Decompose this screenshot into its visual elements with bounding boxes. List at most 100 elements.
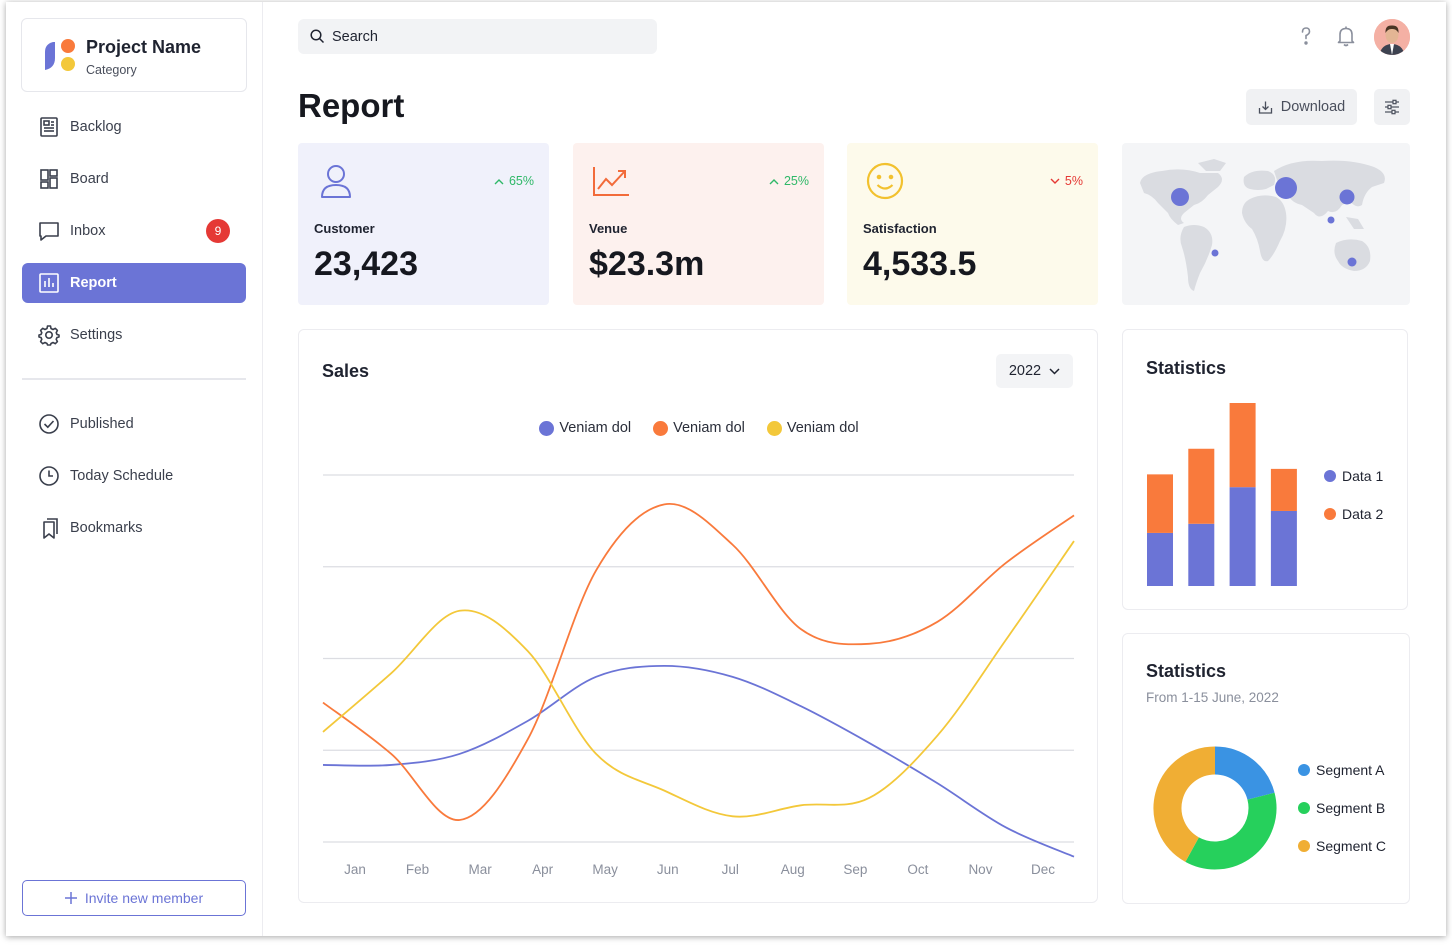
year-select[interactable]: 2022 bbox=[996, 354, 1073, 388]
sidebar-item-today-schedule[interactable]: Today Schedule bbox=[22, 456, 246, 496]
help-icon[interactable] bbox=[1294, 24, 1318, 48]
kpi-delta-value: 65% bbox=[508, 174, 534, 188]
x-tick-label: Aug bbox=[781, 862, 805, 877]
bar-segment bbox=[1270, 510, 1297, 586]
sidebar-item-published[interactable]: Published bbox=[22, 404, 246, 444]
board-icon bbox=[40, 169, 58, 189]
sales-chart-card: Jan Feb Mar Apr May Jun Jul Aug Sep Oct Nov Dec Sal… bbox=[298, 329, 1098, 903]
x-tick-label: Jun bbox=[657, 862, 679, 877]
sidebar-item-board[interactable]: Board bbox=[22, 159, 246, 199]
check-circle-icon bbox=[39, 414, 59, 434]
sidebar-item-label: Published bbox=[70, 416, 134, 432]
project-name: Project Name bbox=[86, 37, 202, 57]
project-logo-icon bbox=[45, 39, 75, 71]
statistics-bar-card: Statistics Data 1 Data 2 bbox=[1122, 329, 1408, 610]
inbox-icon bbox=[39, 222, 59, 241]
legend-swatch bbox=[653, 420, 669, 436]
legend-swatch bbox=[1298, 840, 1310, 852]
download-icon bbox=[1258, 101, 1272, 114]
search-input[interactable] bbox=[332, 19, 642, 54]
x-tick-label: Oct bbox=[907, 862, 928, 877]
series-line bbox=[322, 540, 1075, 818]
page-title: Report bbox=[298, 87, 405, 124]
bookmark-icon bbox=[43, 518, 58, 539]
x-tick-label: Nov bbox=[968, 862, 992, 877]
kpi-card-venue[interactable]: 25% Venue $23.3m bbox=[573, 143, 824, 305]
sliders-icon bbox=[1385, 99, 1399, 115]
sidebar-item-backlog[interactable]: Backlog bbox=[22, 107, 246, 147]
statistics-donut-card: Statistics From 1-15 June, 2022 Segment … bbox=[1122, 633, 1410, 904]
project-category: Category bbox=[86, 63, 137, 77]
bar-segment bbox=[1270, 468, 1297, 511]
donut-slice bbox=[1185, 792, 1277, 870]
legend-item: Data 2 bbox=[1324, 506, 1383, 522]
legend-item[interactable]: Veniam dol bbox=[539, 420, 631, 436]
trend-up-icon bbox=[593, 167, 629, 196]
sidebar-item-label: Today Schedule bbox=[70, 468, 174, 484]
app-window: Project Name Category Backlog Board Inbo… bbox=[6, 2, 1446, 936]
kpi-delta: 25% bbox=[769, 174, 809, 188]
sidebar-item-settings[interactable]: Settings bbox=[22, 315, 246, 355]
sidebar: Project Name Category Backlog Board Inbo… bbox=[6, 2, 263, 936]
legend-label: Veniam dol bbox=[673, 420, 745, 436]
download-button[interactable]: Download bbox=[1246, 89, 1357, 125]
notification-bell-icon[interactable] bbox=[1334, 24, 1358, 48]
legend-label: Veniam dol bbox=[559, 420, 632, 436]
legend-item: Segment C bbox=[1298, 838, 1386, 854]
smiley-icon bbox=[866, 162, 904, 200]
x-tick-label: May bbox=[592, 862, 618, 877]
search-icon bbox=[310, 29, 325, 44]
bar-segment bbox=[1188, 523, 1215, 586]
legend-item: Data 1 bbox=[1324, 468, 1383, 484]
settings-icon bbox=[38, 325, 60, 346]
project-switcher[interactable]: Project Name Category bbox=[21, 18, 247, 92]
plus-icon bbox=[64, 892, 77, 904]
x-tick-label: Jan bbox=[344, 862, 366, 877]
sales-legend: Veniam dol Veniam dol Veniam dol bbox=[299, 420, 1099, 436]
legend-swatch bbox=[539, 420, 555, 436]
kpi-value: 23,423 bbox=[314, 245, 418, 283]
user-icon bbox=[321, 165, 351, 198]
world-map-icon bbox=[1140, 159, 1385, 291]
legend-swatch bbox=[1324, 470, 1336, 482]
legend-item[interactable]: Veniam dol bbox=[653, 420, 745, 436]
legend-label: Veniam dol bbox=[786, 420, 859, 436]
x-tick-label: Apr bbox=[532, 862, 554, 877]
donut-slice bbox=[1153, 746, 1216, 862]
legend-label: Data 2 bbox=[1342, 506, 1384, 522]
user-photo-icon bbox=[1374, 19, 1410, 55]
legend-label: Data 1 bbox=[1342, 468, 1384, 484]
bar-segment bbox=[1229, 487, 1256, 586]
x-tick-label: Jul bbox=[722, 862, 739, 877]
x-tick-label: Dec bbox=[1031, 862, 1055, 877]
bar-segment bbox=[1147, 532, 1173, 586]
x-tick-label: Mar bbox=[468, 862, 492, 877]
sidebar-item-bookmarks[interactable]: Bookmarks bbox=[22, 508, 246, 548]
kpi-value: 4,533.5 bbox=[863, 245, 977, 283]
kpi-value: $23.3m bbox=[589, 245, 705, 283]
kpi-delta: 65% bbox=[494, 174, 534, 188]
invite-member-button[interactable]: Invite new member bbox=[22, 880, 246, 916]
world-map-card[interactable] bbox=[1122, 143, 1410, 305]
kpi-delta: 5% bbox=[1050, 174, 1083, 188]
legend-label: Segment B bbox=[1316, 800, 1386, 816]
report-icon bbox=[39, 273, 59, 293]
legend-swatch bbox=[1324, 508, 1336, 520]
sales-title: Sales bbox=[322, 361, 370, 381]
sidebar-item-report[interactable]: Report bbox=[22, 263, 246, 303]
clock-icon bbox=[39, 466, 59, 486]
user-avatar[interactable] bbox=[1374, 19, 1410, 55]
x-tick-label: Feb bbox=[406, 862, 429, 877]
kpi-card-satisfaction[interactable]: 5% Satisfaction 4,533.5 bbox=[847, 143, 1098, 305]
kpi-card-customer[interactable]: 65% Customer 23,423 bbox=[298, 143, 549, 305]
filter-button[interactable] bbox=[1374, 89, 1410, 125]
sidebar-divider bbox=[22, 378, 246, 380]
legend-swatch bbox=[1298, 802, 1310, 814]
legend-item: Segment B bbox=[1298, 800, 1385, 816]
arrow-up-icon bbox=[494, 178, 504, 184]
search-bar[interactable] bbox=[298, 19, 657, 54]
sidebar-item-inbox[interactable]: Inbox 9 bbox=[22, 211, 246, 251]
x-tick-label: Sep bbox=[843, 862, 867, 877]
legend-item[interactable]: Veniam dol bbox=[766, 420, 859, 436]
kpi-label: Venue bbox=[589, 221, 628, 236]
